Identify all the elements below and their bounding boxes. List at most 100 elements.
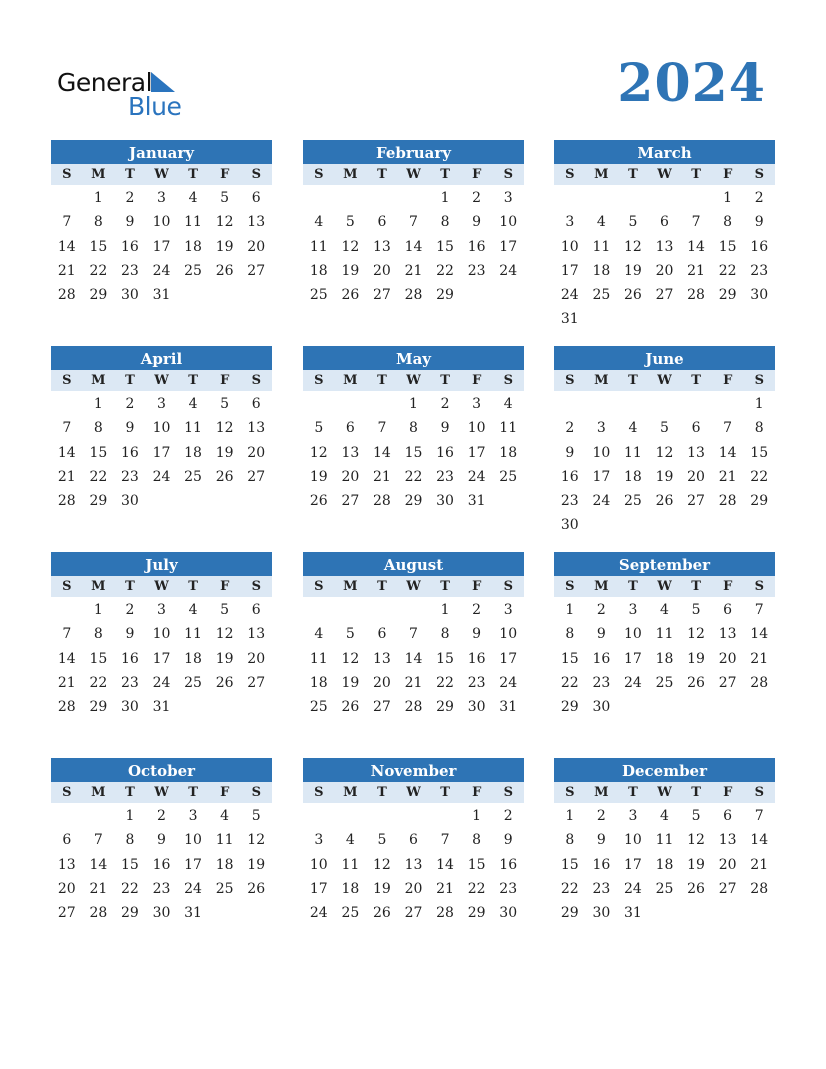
day-cell: 6: [691, 420, 701, 437]
weekday-label: T: [440, 579, 450, 594]
day-cell: 11: [341, 856, 360, 873]
day-cell: 16: [121, 444, 139, 461]
day-cell: 27: [341, 493, 360, 510]
day-cell: 5: [691, 602, 701, 618]
day-cell: 23: [592, 674, 611, 691]
day-cell: 9: [157, 832, 166, 849]
month-title: January: [51, 140, 272, 164]
day-cell: 12: [215, 626, 234, 643]
empty-day-cell: [398, 186, 430, 210]
day-cell: 17: [309, 880, 328, 897]
day-cell: 1: [472, 808, 482, 824]
day-cell: 19: [309, 468, 328, 485]
day-cell: 11: [592, 238, 611, 255]
day-cell: 21: [373, 468, 391, 485]
day-cell: 18: [184, 238, 202, 255]
day-cell: 30: [467, 699, 486, 716]
day-cell: 31: [560, 311, 579, 328]
day-cell: 12: [309, 444, 328, 461]
day-cell: 12: [687, 626, 705, 643]
day-cell: 23: [750, 262, 769, 279]
day-cell: 11: [655, 626, 674, 643]
day-cell: 25: [309, 699, 328, 716]
day-cell: 17: [499, 238, 518, 255]
day-cell: 8: [93, 626, 103, 643]
day-cell: 31: [152, 699, 171, 716]
day-cell: 2: [472, 602, 482, 618]
day-cell: 3: [628, 808, 638, 824]
day-grid: 1 2 3 4 5 6 7 8 9 10 11 12 13 14 15 16 17 18 19 20 21 22 23 24 2…: [554, 597, 775, 719]
day-cell: 14: [404, 650, 423, 667]
month-june: June S M T W T F S 1 2 3 4 5 6 7 8 9 10 11 12 13 14 15 16 17 18 19…: [554, 346, 775, 538]
weekday-label: T: [440, 373, 450, 388]
day-cell: 14: [750, 832, 769, 849]
day-cell: 29: [560, 905, 579, 922]
day-cell: 28: [57, 493, 76, 510]
day-cell: 23: [499, 880, 518, 897]
weekday-label: S: [62, 785, 72, 800]
weekday-label: W: [657, 785, 672, 800]
day-cell: 3: [314, 832, 324, 849]
day-cell: 29: [404, 493, 423, 510]
day-cell: 19: [655, 468, 674, 485]
weekday-header-row: SMTWTFS: [303, 370, 524, 391]
empty-day-cell: [335, 598, 367, 622]
weekday-label: S: [314, 373, 324, 388]
empty-day-cell: [617, 392, 649, 416]
weekday-label: T: [188, 579, 198, 594]
day-cell: 27: [404, 905, 423, 922]
day-cell: 23: [121, 674, 139, 691]
day-cell: 9: [472, 214, 482, 231]
day-cell: 28: [404, 699, 423, 716]
empty-day-cell: [586, 186, 618, 210]
day-cell: 10: [499, 214, 518, 231]
month-july: July S M T W T F S 1 2 3 4 5 6 7 8 9 10 11 12 13 14 15 16 17 18 19…: [51, 552, 272, 719]
weekday-label: M: [343, 373, 358, 388]
day-cell: 9: [596, 626, 606, 643]
day-cell: 16: [121, 238, 139, 255]
day-cell: 20: [404, 880, 423, 897]
day-cell: 8: [409, 420, 418, 437]
day-cell: 14: [373, 444, 391, 461]
weekday-label: W: [406, 579, 421, 594]
day-cell: 9: [125, 626, 135, 643]
weekday-label: S: [62, 579, 72, 594]
day-cell: 15: [560, 856, 579, 873]
weekday-label: S: [503, 167, 513, 182]
day-cell: 25: [624, 493, 642, 510]
day-cell: 22: [121, 880, 139, 897]
weekday-label: W: [154, 167, 169, 182]
day-cell: 6: [345, 420, 355, 437]
day-cell: 6: [377, 214, 387, 231]
day-cell: 12: [341, 238, 360, 255]
brand-name-blue: Blue: [128, 92, 182, 121]
weekday-label: S: [503, 579, 513, 594]
day-cell: 29: [89, 493, 108, 510]
day-cell: 1: [409, 396, 418, 412]
weekday-label: T: [377, 167, 387, 182]
brand-logo: General Blue: [57, 68, 187, 124]
brand-triangle-icon: [151, 72, 175, 92]
empty-day-cell: [649, 186, 681, 210]
day-cell: 18: [309, 674, 328, 691]
day-cell: 19: [687, 856, 705, 873]
day-cell: 13: [655, 238, 674, 255]
day-cell: 17: [499, 650, 518, 667]
empty-day-cell: [335, 186, 367, 210]
empty-day-cell: [83, 804, 115, 828]
day-cell: 6: [251, 190, 261, 206]
month-title: September: [554, 552, 775, 576]
day-cell: 1: [440, 190, 450, 206]
day-cell: 10: [184, 832, 202, 849]
day-cell: 1: [93, 602, 103, 618]
weekday-header-row: SMTWTFS: [51, 782, 272, 803]
month-title: February: [303, 140, 524, 164]
day-cell: 30: [152, 905, 171, 922]
day-cell: 24: [467, 468, 486, 485]
day-cell: 8: [440, 626, 450, 643]
day-cell: 1: [754, 396, 764, 412]
month-title: April: [51, 346, 272, 370]
weekday-label: S: [565, 373, 575, 388]
day-cell: 7: [62, 420, 72, 437]
day-cell: 1: [565, 602, 575, 618]
